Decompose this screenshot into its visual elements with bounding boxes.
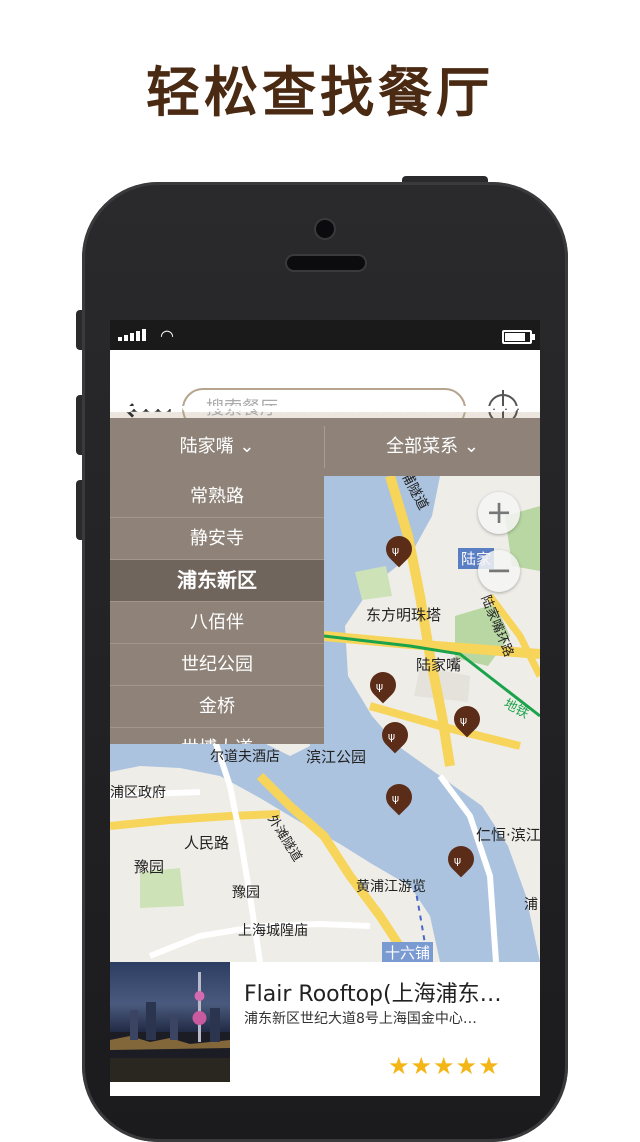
headline: 轻松查找餐厅 [146, 61, 494, 124]
area-dropdown: 常熟路 静安寺 浦东新区 八佰伴 世纪公园 金桥 世博大道 [110, 476, 324, 744]
fork-knife-icon: ψ [387, 729, 396, 743]
cuisine-filter-label: 全部菜系 [386, 436, 459, 457]
map-label-renheng: 仁恒·滨江 [476, 826, 540, 844]
wifi-icon: ◠ [160, 326, 174, 345]
chevron-down-icon: ⌄ [239, 436, 255, 457]
zoom-out-button[interactable]: − [478, 550, 520, 592]
app-screen: ◠ ⟵ 搜索餐厅 陆家嘴 ⌄ 全部菜系 ⌄ [110, 320, 540, 1096]
map-label-huangpu-cruise: 黄浦江游览 [356, 879, 426, 895]
earpiece-speaker [287, 256, 365, 270]
dropdown-item[interactable]: 八佰伴 [110, 602, 324, 644]
map-label-yuyuan-garden: 豫园 [232, 885, 260, 901]
zoom-in-button[interactable]: + [478, 492, 520, 534]
fork-knife-icon: ψ [453, 853, 462, 867]
area-filter-label: 陆家嘴 [179, 436, 234, 457]
dropdown-item[interactable]: 金桥 [110, 686, 324, 728]
dropdown-item-selected[interactable]: 浦东新区 [110, 560, 324, 602]
filter-bar: 陆家嘴 ⌄ 全部菜系 ⌄ [110, 418, 540, 476]
dropdown-item[interactable]: 静安寺 [110, 518, 324, 560]
top-bar: ⟵ 搜索餐厅 [110, 350, 540, 430]
rating-stars: ★★★★★ [388, 1052, 501, 1080]
dropdown-item[interactable]: 常熟路 [110, 476, 324, 518]
map-label-riverside-park: 滨江公园 [306, 748, 367, 766]
area-filter-button[interactable]: 陆家嘴 ⌄ [110, 418, 324, 476]
map-label-edge: 浦 [524, 897, 538, 913]
scalloped-edge [110, 406, 540, 418]
dropdown-item[interactable]: 世纪公园 [110, 644, 324, 686]
map-label-hotel: 尔道夫酒店 [210, 749, 280, 765]
map-label-shiliupu: 十六铺 [382, 942, 434, 962]
map-label-district-gov: 浦区政府 [110, 785, 166, 801]
dropdown-item[interactable]: 世博大道 [110, 728, 324, 744]
restaurant-address: 浦东新区世纪大道8号上海国金中心… [244, 1011, 477, 1027]
map-label-temple: 上海城隍庙 [238, 923, 308, 939]
chevron-down-icon: ⌄ [463, 436, 479, 457]
restaurant-card[interactable]: Flair Rooftop(上海浦东… 浦东新区世纪大道8号上海国金中心… ★★… [110, 962, 540, 1096]
map-label-oriental-pearl: 东方明珠塔 [366, 606, 442, 624]
fork-knife-icon: ψ [459, 713, 468, 727]
status-bar: ◠ [110, 320, 540, 350]
fork-knife-icon: ψ [375, 679, 384, 693]
map-label-lujiazui: 陆家嘴 [416, 656, 462, 674]
signal-icon [118, 329, 146, 341]
map-label-yuyuan-station: 豫园 [134, 858, 165, 876]
cuisine-filter-button[interactable]: 全部菜系 ⌄ [325, 418, 540, 476]
battery-icon [502, 330, 535, 344]
front-camera [316, 220, 334, 238]
fork-knife-icon: ψ [391, 791, 400, 805]
fork-knife-icon: ψ [391, 543, 400, 557]
restaurant-name: Flair Rooftop(上海浦东… [244, 982, 502, 1007]
restaurant-photo [110, 962, 230, 1082]
map-label-renmin-road: 人民路 [184, 834, 230, 852]
